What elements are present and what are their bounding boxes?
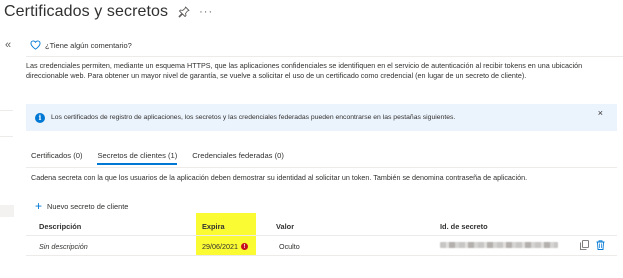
page-title: Certificados y secretos — [4, 3, 169, 20]
tab-bar: Certificados (0) Secretos de clientes (1… — [31, 149, 299, 167]
close-icon[interactable]: × — [598, 109, 603, 118]
page-header: Certificados y secretos ··· — [4, 0, 213, 24]
feedback-label: ¿Tiene algún comentario? — [45, 40, 132, 50]
rail-divider — [0, 136, 13, 137]
rail-selected-item[interactable] — [0, 205, 14, 217]
secret-expires-cell: 29/06/2021 ! — [202, 242, 248, 251]
more-options-icon[interactable]: ··· — [199, 6, 213, 18]
trash-icon[interactable] — [596, 240, 605, 250]
secret-expires: 29/06/2021 — [202, 242, 238, 251]
table-row-divider — [26, 255, 617, 256]
info-banner: i Los certificados de registro de aplica… — [26, 104, 617, 131]
plus-icon: + — [35, 199, 43, 213]
divider — [26, 56, 623, 57]
redacted-secret-id — [440, 242, 558, 248]
rail-divider — [0, 110, 13, 111]
column-header-value[interactable]: Valor — [276, 222, 294, 231]
expired-warning-icon[interactable]: ! — [240, 243, 248, 250]
info-icon: i — [35, 112, 45, 123]
tab-federated-credentials[interactable]: Credenciales federadas (0) — [192, 149, 284, 165]
pin-icon[interactable] — [178, 6, 190, 18]
secret-description: Sin descripción — [39, 242, 88, 251]
info-banner-text: Los certificados de registro de aplicaci… — [51, 114, 456, 121]
tab-description: Cadena secreta con la que los usuarios d… — [31, 173, 528, 182]
column-header-secret-id[interactable]: Id. de secreto — [440, 222, 488, 231]
table-header-divider — [26, 235, 617, 236]
secret-value: Oculto — [279, 242, 300, 251]
feedback-link[interactable]: ¿Tiene algún comentario? — [30, 38, 132, 52]
left-rail: « — [0, 28, 18, 278]
collapse-menu-icon[interactable]: « — [5, 39, 11, 51]
column-header-description[interactable]: Descripción — [39, 222, 81, 231]
tab-client-secrets[interactable]: Secretos de clientes (1) — [97, 149, 177, 165]
new-client-secret-button[interactable]: + Nuevo secreto de cliente — [35, 200, 128, 212]
column-header-expires[interactable]: Expira — [202, 222, 225, 231]
copy-icon[interactable] — [580, 240, 589, 250]
tab-divider — [26, 167, 617, 168]
secret-id-cell — [440, 242, 558, 248]
heart-icon — [30, 40, 41, 50]
tab-certificates[interactable]: Certificados (0) — [31, 149, 82, 165]
intro-text: Las credenciales permiten, mediante un e… — [26, 61, 583, 80]
new-client-secret-label: Nuevo secreto de cliente — [47, 201, 129, 211]
